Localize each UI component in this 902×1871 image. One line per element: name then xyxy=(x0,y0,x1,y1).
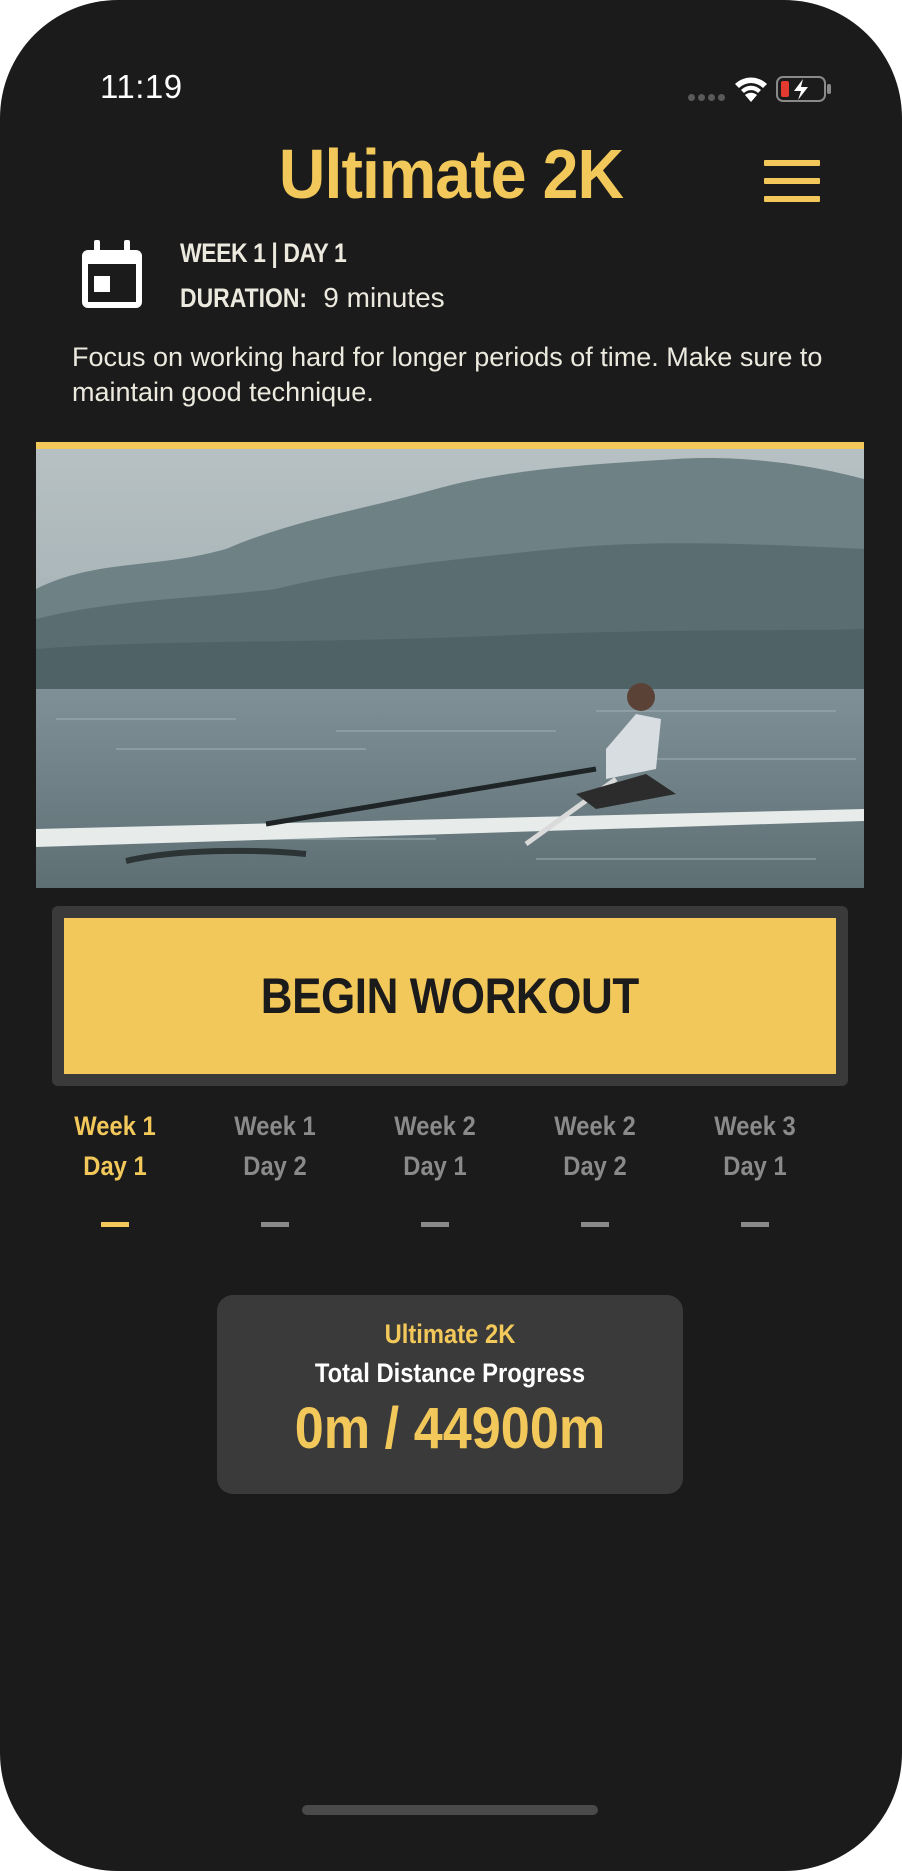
calendar-icon xyxy=(82,240,142,308)
wifi-icon xyxy=(735,77,767,102)
workout-description: Focus on working hard for longer periods… xyxy=(72,342,823,407)
schedule-item-week1-day2[interactable]: Week 1 Day 2 xyxy=(195,1106,355,1227)
schedule-item-week2-day1[interactable]: Week 2 Day 1 xyxy=(355,1106,515,1227)
schedule-week-label: Week 2 xyxy=(394,1111,476,1141)
home-indicator[interactable] xyxy=(302,1805,598,1815)
schedule-week-label: Week 2 xyxy=(554,1111,636,1141)
workout-schedule: Week 1 Day 1 Week 1 Day 2 Week 2 Day 1 W… xyxy=(35,1106,835,1236)
week-day-label: WEEK 1 | DAY 1 xyxy=(180,238,347,268)
schedule-day-label: Day 1 xyxy=(403,1151,467,1181)
schedule-day-label: Day 1 xyxy=(723,1151,787,1181)
progress-label: Total Distance Progress xyxy=(314,1358,586,1388)
progress-program-name: Ultimate 2K xyxy=(384,1319,516,1349)
schedule-item-week2-day2[interactable]: Week 2 Day 2 xyxy=(515,1106,675,1227)
phone-screen: 11:19 Ultimate 2K WEEK 1 | DAY 1 DURATIO… xyxy=(0,0,902,1871)
duration-label: DURATION: xyxy=(180,283,308,313)
schedule-indicator xyxy=(741,1222,769,1227)
hamburger-menu-icon[interactable] xyxy=(764,160,820,202)
status-bar: 11:19 xyxy=(0,0,902,130)
schedule-day-label: Day 1 xyxy=(83,1151,147,1181)
battery-charging-icon xyxy=(776,76,831,102)
hero-image xyxy=(36,442,864,888)
signal-icon xyxy=(688,92,726,102)
schedule-indicator xyxy=(101,1222,129,1227)
begin-workout-button[interactable]: BEGIN WORKOUT xyxy=(64,918,836,1074)
schedule-week-label: Week 1 xyxy=(234,1111,316,1141)
schedule-day-label: Day 2 xyxy=(243,1151,307,1181)
begin-workout-label: BEGIN WORKOUT xyxy=(260,968,640,1024)
begin-workout-frame: BEGIN WORKOUT xyxy=(52,906,848,1086)
distance-progress-card: Ultimate 2K Total Distance Progress 0m /… xyxy=(217,1295,683,1494)
schedule-day-label: Day 2 xyxy=(563,1151,627,1181)
schedule-indicator xyxy=(421,1222,449,1227)
schedule-item-week3-day1[interactable]: Week 3 Day 1 xyxy=(675,1106,835,1227)
app-title: Ultimate 2K xyxy=(278,135,624,213)
schedule-indicator xyxy=(581,1222,609,1227)
progress-value: 0m / 44900m xyxy=(294,1396,606,1461)
status-time: 11:19 xyxy=(100,68,183,105)
schedule-indicator xyxy=(261,1222,289,1227)
schedule-item-week1-day1[interactable]: Week 1 Day 1 xyxy=(35,1106,195,1227)
duration-value: 9 minutes xyxy=(323,282,445,313)
schedule-week-label: Week 3 xyxy=(714,1111,796,1141)
schedule-week-label: Week 1 xyxy=(74,1111,156,1141)
duration-line: DURATION: 9 minutes xyxy=(180,282,445,314)
